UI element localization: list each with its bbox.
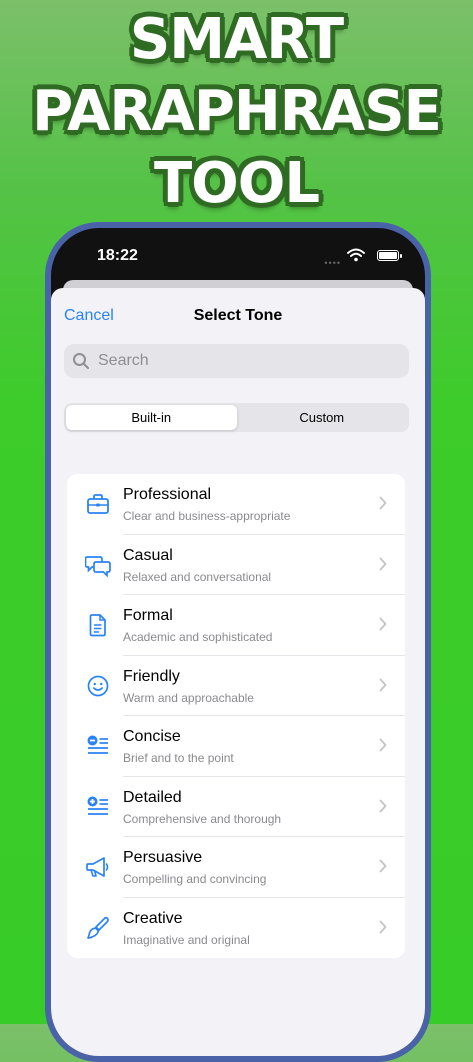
- tone-row-creative[interactable]: Creative Imaginative and original: [67, 898, 405, 959]
- tone-description: Clear and business-appropriate: [123, 509, 291, 523]
- battery-icon: [377, 250, 402, 261]
- tone-label: Friendly: [123, 667, 180, 685]
- tone-label: Creative: [123, 909, 183, 927]
- signal-icon: ••••: [324, 258, 341, 268]
- briefcase-icon: [87, 494, 109, 514]
- tone-label: Casual: [123, 546, 173, 564]
- chevron-right-icon: [379, 799, 387, 812]
- wifi-icon: [347, 248, 365, 262]
- tone-label: Professional: [123, 486, 212, 503]
- tone-sheet: Cancel Select Tone Built-in Custom: [51, 288, 425, 1056]
- tone-list: Professional Clear and business-appropri…: [67, 474, 405, 958]
- smiley-icon: [87, 675, 109, 696]
- headline-line-1: SMART: [129, 7, 344, 72]
- tone-row-friendly[interactable]: Friendly Warm and approachable: [67, 656, 405, 716]
- plus-list-icon: [87, 796, 108, 815]
- search-icon: [73, 353, 89, 369]
- tone-label: Detailed: [123, 788, 182, 806]
- megaphone-icon: [86, 857, 109, 877]
- chevron-right-icon: [379, 496, 387, 510]
- tone-row-persuasive[interactable]: Persuasive Compelling and convincing: [67, 837, 405, 898]
- search-input[interactable]: [96, 351, 400, 371]
- tone-row-formal[interactable]: Formal Academic and sophisticated: [67, 595, 405, 656]
- search-bar[interactable]: [64, 344, 409, 378]
- tone-row-casual[interactable]: Casual Relaxed and conversational: [67, 535, 405, 595]
- tone-label: Formal: [123, 607, 173, 624]
- tone-label: Concise: [123, 728, 181, 745]
- tone-label: Persuasive: [123, 849, 203, 866]
- tone-description: Academic and sophisticated: [123, 630, 273, 644]
- chevron-right-icon: [379, 617, 387, 631]
- tone-source-segmented-control: Built-in Custom: [64, 403, 409, 432]
- minus-list-icon: [87, 735, 108, 754]
- segment-custom[interactable]: Custom: [237, 405, 408, 430]
- tone-row-professional[interactable]: Professional Clear and business-appropri…: [67, 474, 405, 535]
- nav-bar: Cancel Select Tone: [51, 288, 425, 344]
- tone-description: Brief and to the point: [123, 751, 234, 765]
- chevron-right-icon: [379, 557, 387, 570]
- headline-line-3: TOOL: [153, 151, 320, 216]
- segment-built-in[interactable]: Built-in: [66, 405, 237, 430]
- tone-description: Relaxed and conversational: [123, 569, 272, 584]
- tone-description: Compelling and convincing: [123, 872, 267, 886]
- headline-line-2: PARAPHRASE: [32, 79, 442, 144]
- promo-headline: SMART PARAPHRASE TOOL: [0, 4, 473, 220]
- status-bar: 18:22 ••••: [51, 228, 425, 288]
- chat-bubbles-icon: [85, 555, 111, 578]
- status-time: 18:22: [97, 247, 138, 264]
- cancel-button[interactable]: Cancel: [64, 307, 114, 325]
- chevron-right-icon: [379, 859, 387, 873]
- tone-description: Warm and approachable: [123, 690, 254, 705]
- chevron-right-icon: [379, 678, 387, 691]
- tone-row-detailed[interactable]: Detailed Comprehensive and thorough: [67, 777, 405, 837]
- phone-frame: 18:22 •••• Cancel Select Tone Built-in C…: [45, 222, 431, 1062]
- tone-row-concise[interactable]: Concise Brief and to the point: [67, 716, 405, 777]
- chevron-right-icon: [379, 920, 387, 933]
- chevron-right-icon: [379, 738, 387, 752]
- document-icon: [89, 614, 106, 637]
- tone-description: Imaginative and original: [123, 932, 250, 947]
- tone-description: Comprehensive and thorough: [123, 811, 282, 826]
- paintbrush-icon: [87, 916, 109, 939]
